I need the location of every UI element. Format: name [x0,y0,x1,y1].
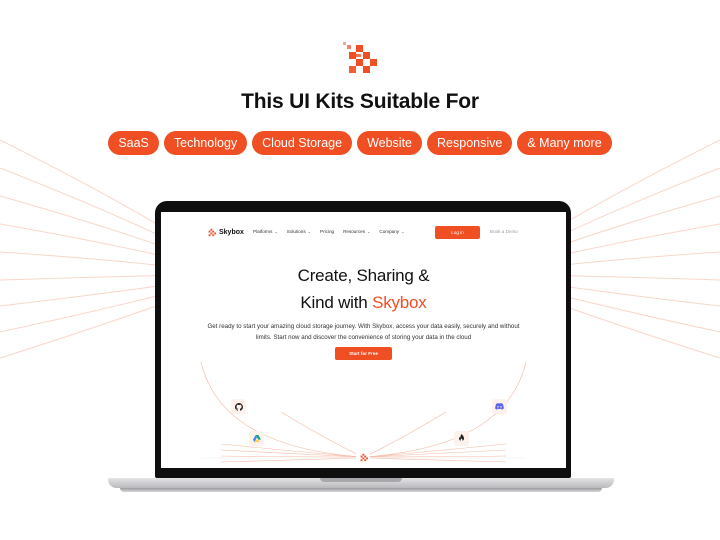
google-drive-chip [249,431,264,446]
nav-resources[interactable]: Resources ⌄ [343,229,370,234]
nav-label: Company [379,229,400,234]
nav-label: Platforms [253,229,273,234]
tag-website: Website [357,131,423,155]
tag-responsive: Responsive [427,131,513,155]
chevron-down-icon: ⌄ [274,229,278,234]
hero-title-accent: Skybox [372,293,427,312]
laptop-screen: Skybox Platforms ⌄ Solutions ⌄ Pricing Res… [161,212,566,468]
hero-title: Create, Sharing & Kind with Skybox [161,262,566,316]
discord-chip [492,399,507,414]
github-icon [234,402,243,411]
firebase-icon [459,434,464,442]
nav-label: Solutions [286,229,306,234]
github-chip [231,399,246,414]
laptop-notch [320,478,402,482]
chevron-down-icon: ⌄ [367,229,371,234]
nav-platforms[interactable]: Platforms ⌄ [253,229,278,234]
tag-cloud-storage: Cloud Storage [252,131,353,155]
nav-label: Pricing [320,229,335,234]
nav-company[interactable]: Company ⌄ [379,229,404,234]
tag-technology: Technology [163,131,248,155]
tag-saas: SaaS [108,131,159,155]
site-logo[interactable]: Skybox [207,228,244,237]
login-button[interactable]: Log in [435,226,480,239]
skybox-logo-icon [360,453,368,461]
nav-label: Resources [343,229,366,234]
laptop-base-shadow [120,488,602,492]
skybox-logo-icon [208,228,216,237]
start-free-button[interactable]: Start for Free [335,347,392,360]
firebase-chip [454,431,469,446]
nav-solutions[interactable]: Solutions ⌄ [287,229,311,234]
nav-links: Platforms ⌄ Solutions ⌄ Pricing Resources ⌄… [253,229,404,234]
google-drive-icon [252,435,261,442]
page-headline: This UI Kits Suitable For [241,90,479,113]
hero-title-prefix: Kind with [300,293,373,312]
chevron-down-icon: ⌄ [307,229,312,234]
book-demo-link[interactable]: Book a Demo [490,229,518,234]
brand-logo-icon [343,42,377,73]
nav-pricing[interactable]: Pricing [320,229,334,234]
chevron-down-icon: ⌄ [401,229,405,234]
site-navbar: Skybox Platforms ⌄ Solutions ⌄ Pricing Res… [161,224,566,242]
hero-title-line1: Create, Sharing & [297,266,430,285]
hero-title-line2: Kind with Skybox [161,289,566,316]
tag-list: SaaS Technology Cloud Storage Website Re… [0,131,720,155]
discord-icon [495,403,504,410]
center-logo-chip [356,450,370,464]
tag-many-more: & Many more [517,131,612,155]
hero-description: Get ready to start your amazing cloud st… [207,323,520,341]
site-brand-name: Skybox [219,229,244,236]
